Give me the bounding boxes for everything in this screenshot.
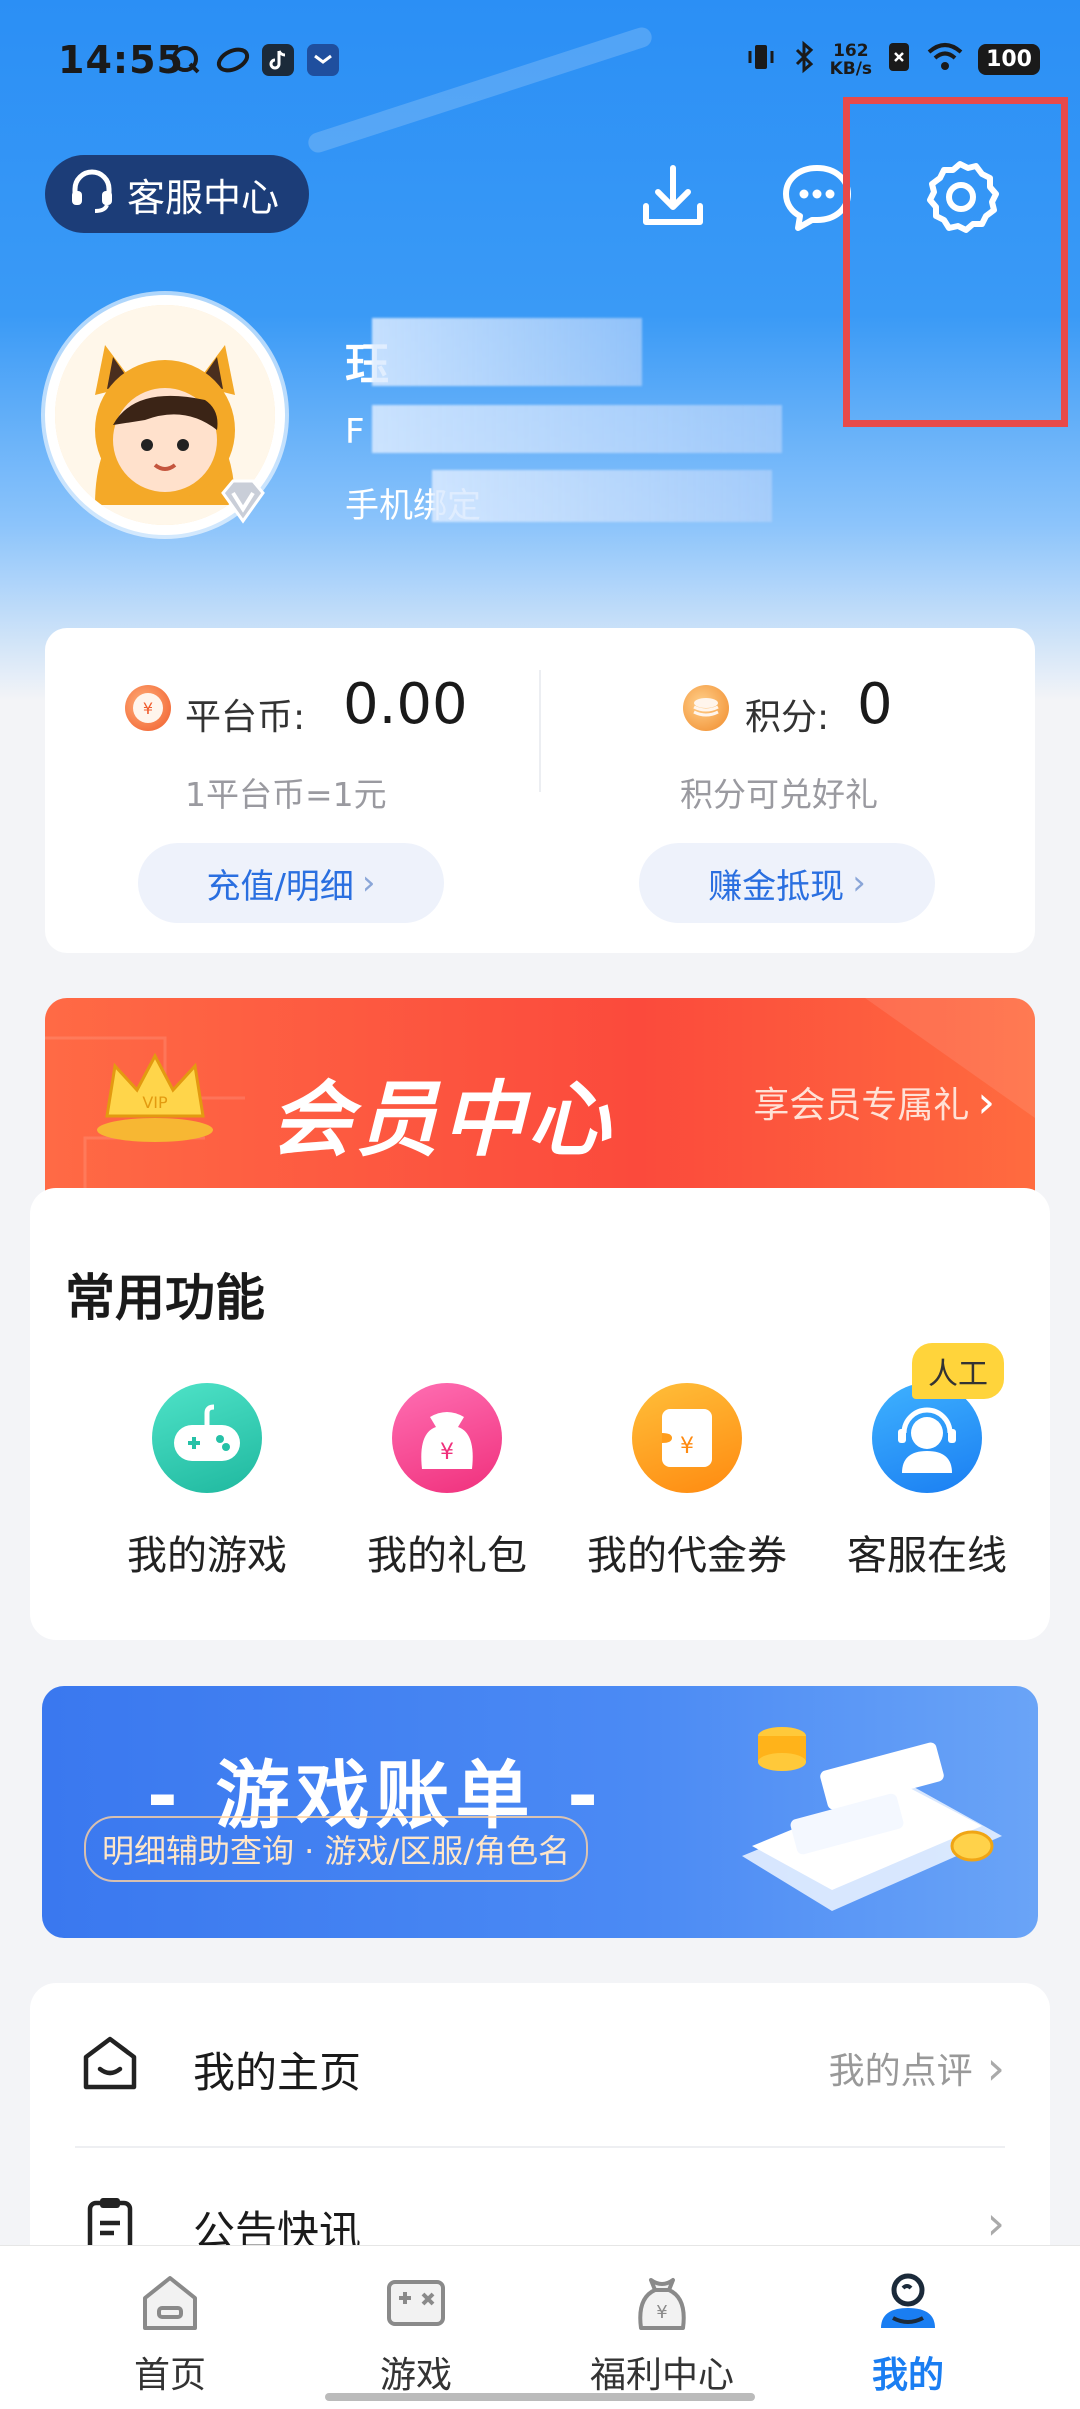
nav-home[interactable]: 首页 <box>70 2268 270 2398</box>
recharge-details-button[interactable]: 充值/明细 › <box>138 843 444 923</box>
points-icon <box>683 685 729 731</box>
money-bag-icon: ¥ <box>627 2268 697 2338</box>
common-functions-title: 常用功能 <box>65 1269 265 1327</box>
vip-diamond-badge-icon <box>215 473 271 529</box>
my-gift-bag-label: 我的礼包 <box>367 1533 527 1579</box>
vibrate-icon <box>744 40 778 79</box>
wifi-icon <box>926 42 964 77</box>
home-icon <box>135 2268 205 2338</box>
profile-info-mosaic <box>372 405 782 453</box>
person-icon <box>873 2268 943 2338</box>
customer-service-label: 客服中心 <box>127 175 280 220</box>
platform-coin-value: 0.00 <box>343 672 468 737</box>
profile-name-mosaic <box>372 318 642 386</box>
customer-service-online-item[interactable]: 客服在线 <box>807 1383 1047 1581</box>
announcements-chevron[interactable]: › <box>987 2196 1005 2250</box>
phone-bill-illustration-icon <box>682 1696 1022 1936</box>
my-gift-bag-item[interactable]: ¥ 我的礼包 <box>327 1383 567 1581</box>
platform-coin-label: 平台币: <box>185 697 306 738</box>
chevron-right-icon: › <box>986 2196 1005 2250</box>
wallet-card: ¥ 平台币: 0.00 1平台币=1元 充值/明细 › 积分: 0 积分可兑好礼… <box>45 628 1035 953</box>
earn-cash-button[interactable]: 赚金抵现 › <box>639 843 935 923</box>
platform-coin-icon: ¥ <box>125 685 171 731</box>
status-time: 14:55 <box>58 38 184 82</box>
my-reviews-label: 我的点评 <box>828 2051 973 2092</box>
earn-cash-label: 赚金抵现 <box>708 866 845 907</box>
points-description: 积分可兑好礼 <box>680 775 878 814</box>
voucher-icon: ¥ <box>632 1383 742 1493</box>
common-functions-card: 常用功能 我的游戏 ¥ 我的礼包 ¥ 我的代金券 客服在线 人工 <box>30 1188 1050 1640</box>
network-speed-value: 162 <box>833 40 869 61</box>
home-outline-icon <box>78 2031 142 2095</box>
settings-highlight-box <box>843 97 1068 427</box>
sim-icon <box>886 40 912 79</box>
avatar[interactable] <box>45 295 285 535</box>
battery-indicator: 100 <box>978 44 1040 75</box>
network-speed: 162 KB/s <box>830 42 872 78</box>
vip-center-title: 会员中心 <box>270 1073 614 1168</box>
my-homepage-label: 我的主页 <box>193 2048 362 2097</box>
bottom-navigation: 首页 游戏 ¥ 福利中心 我的 <box>0 2245 1080 2409</box>
points-label: 积分: <box>745 697 830 738</box>
game-bill-subtitle: 明细辅助查询 · 游戏/区服/角色名 <box>84 1816 589 1882</box>
chevron-right-icon: › <box>977 1076 995 1128</box>
qq-notification-icon <box>170 44 202 76</box>
bluetooth-icon <box>792 40 816 79</box>
menu-list-card: 我的主页 我的点评 › 公告快讯 › <box>30 1983 1050 2283</box>
headset-icon <box>67 165 117 224</box>
customer-service-online-label: 客服在线 <box>847 1533 1007 1579</box>
chevron-right-icon: › <box>361 863 376 903</box>
nav-welfare-center[interactable]: ¥ 福利中心 <box>562 2268 762 2398</box>
my-voucher-label: 我的代金券 <box>587 1533 787 1579</box>
gamepad-icon <box>152 1383 262 1493</box>
network-speed-unit: KB/s <box>829 58 873 79</box>
svg-text:VIP: VIP <box>142 1093 168 1112</box>
platform-coin-rate: 1平台币=1元 <box>185 775 387 814</box>
game-bill-banner[interactable]: - 游戏账单 - 明细辅助查询 · 游戏/区服/角色名 <box>42 1686 1038 1938</box>
nav-games[interactable]: 游戏 <box>316 2268 516 2398</box>
tiktok-notification-icon <box>262 44 294 76</box>
status-right-cluster: 162 KB/s 100 <box>744 40 1040 79</box>
nav-home-label: 首页 <box>133 2355 206 2396</box>
nav-mine[interactable]: 我的 <box>808 2268 1008 2398</box>
customer-service-button[interactable]: 客服中心 <box>45 155 310 233</box>
nav-welfare-center-label: 福利中心 <box>589 2355 734 2396</box>
vip-exclusive-link[interactable]: 享会员专属礼 › <box>753 1076 995 1128</box>
wallet-divider <box>539 670 541 792</box>
vip-center-banner[interactable]: VIP 会员中心 享会员专属礼 › <box>45 998 1035 1198</box>
my-reviews-link[interactable]: 我的点评 › <box>829 2041 1005 2095</box>
svg-text:¥: ¥ <box>680 1434 694 1459</box>
chevron-right-icon: › <box>986 2041 1005 2095</box>
vip-exclusive-label: 享会员专属礼 <box>753 1085 970 1126</box>
game-controller-icon <box>381 2268 451 2338</box>
mail-notification-icon <box>307 44 339 76</box>
my-voucher-item[interactable]: ¥ 我的代金券 <box>567 1383 807 1581</box>
svg-text:¥: ¥ <box>656 2302 667 2323</box>
download-button[interactable] <box>636 160 710 234</box>
points-value: 0 <box>857 672 893 737</box>
my-homepage-row[interactable]: 我的主页 我的点评 › <box>30 1983 1050 2143</box>
nav-mine-label: 我的 <box>871 2355 944 2396</box>
human-agent-badge: 人工 <box>912 1343 1004 1399</box>
headset-agent-icon <box>872 1383 982 1493</box>
profile-info-line: F <box>345 412 365 452</box>
home-indicator <box>325 2393 755 2401</box>
my-games-label: 我的游戏 <box>127 1533 287 1579</box>
app-notification-icon <box>215 44 250 76</box>
download-icon <box>643 165 703 225</box>
gift-bag-icon: ¥ <box>392 1383 502 1493</box>
profile-phone-mosaic <box>432 470 772 522</box>
nav-games-label: 游戏 <box>379 2355 452 2396</box>
svg-text:¥: ¥ <box>143 699 153 718</box>
recharge-details-label: 充值/明细 <box>206 866 354 907</box>
my-games-item[interactable]: 我的游戏 <box>87 1383 327 1581</box>
chevron-right-icon: › <box>852 863 866 903</box>
crown-icon: VIP <box>85 1038 225 1148</box>
svg-text:¥: ¥ <box>440 1440 454 1465</box>
